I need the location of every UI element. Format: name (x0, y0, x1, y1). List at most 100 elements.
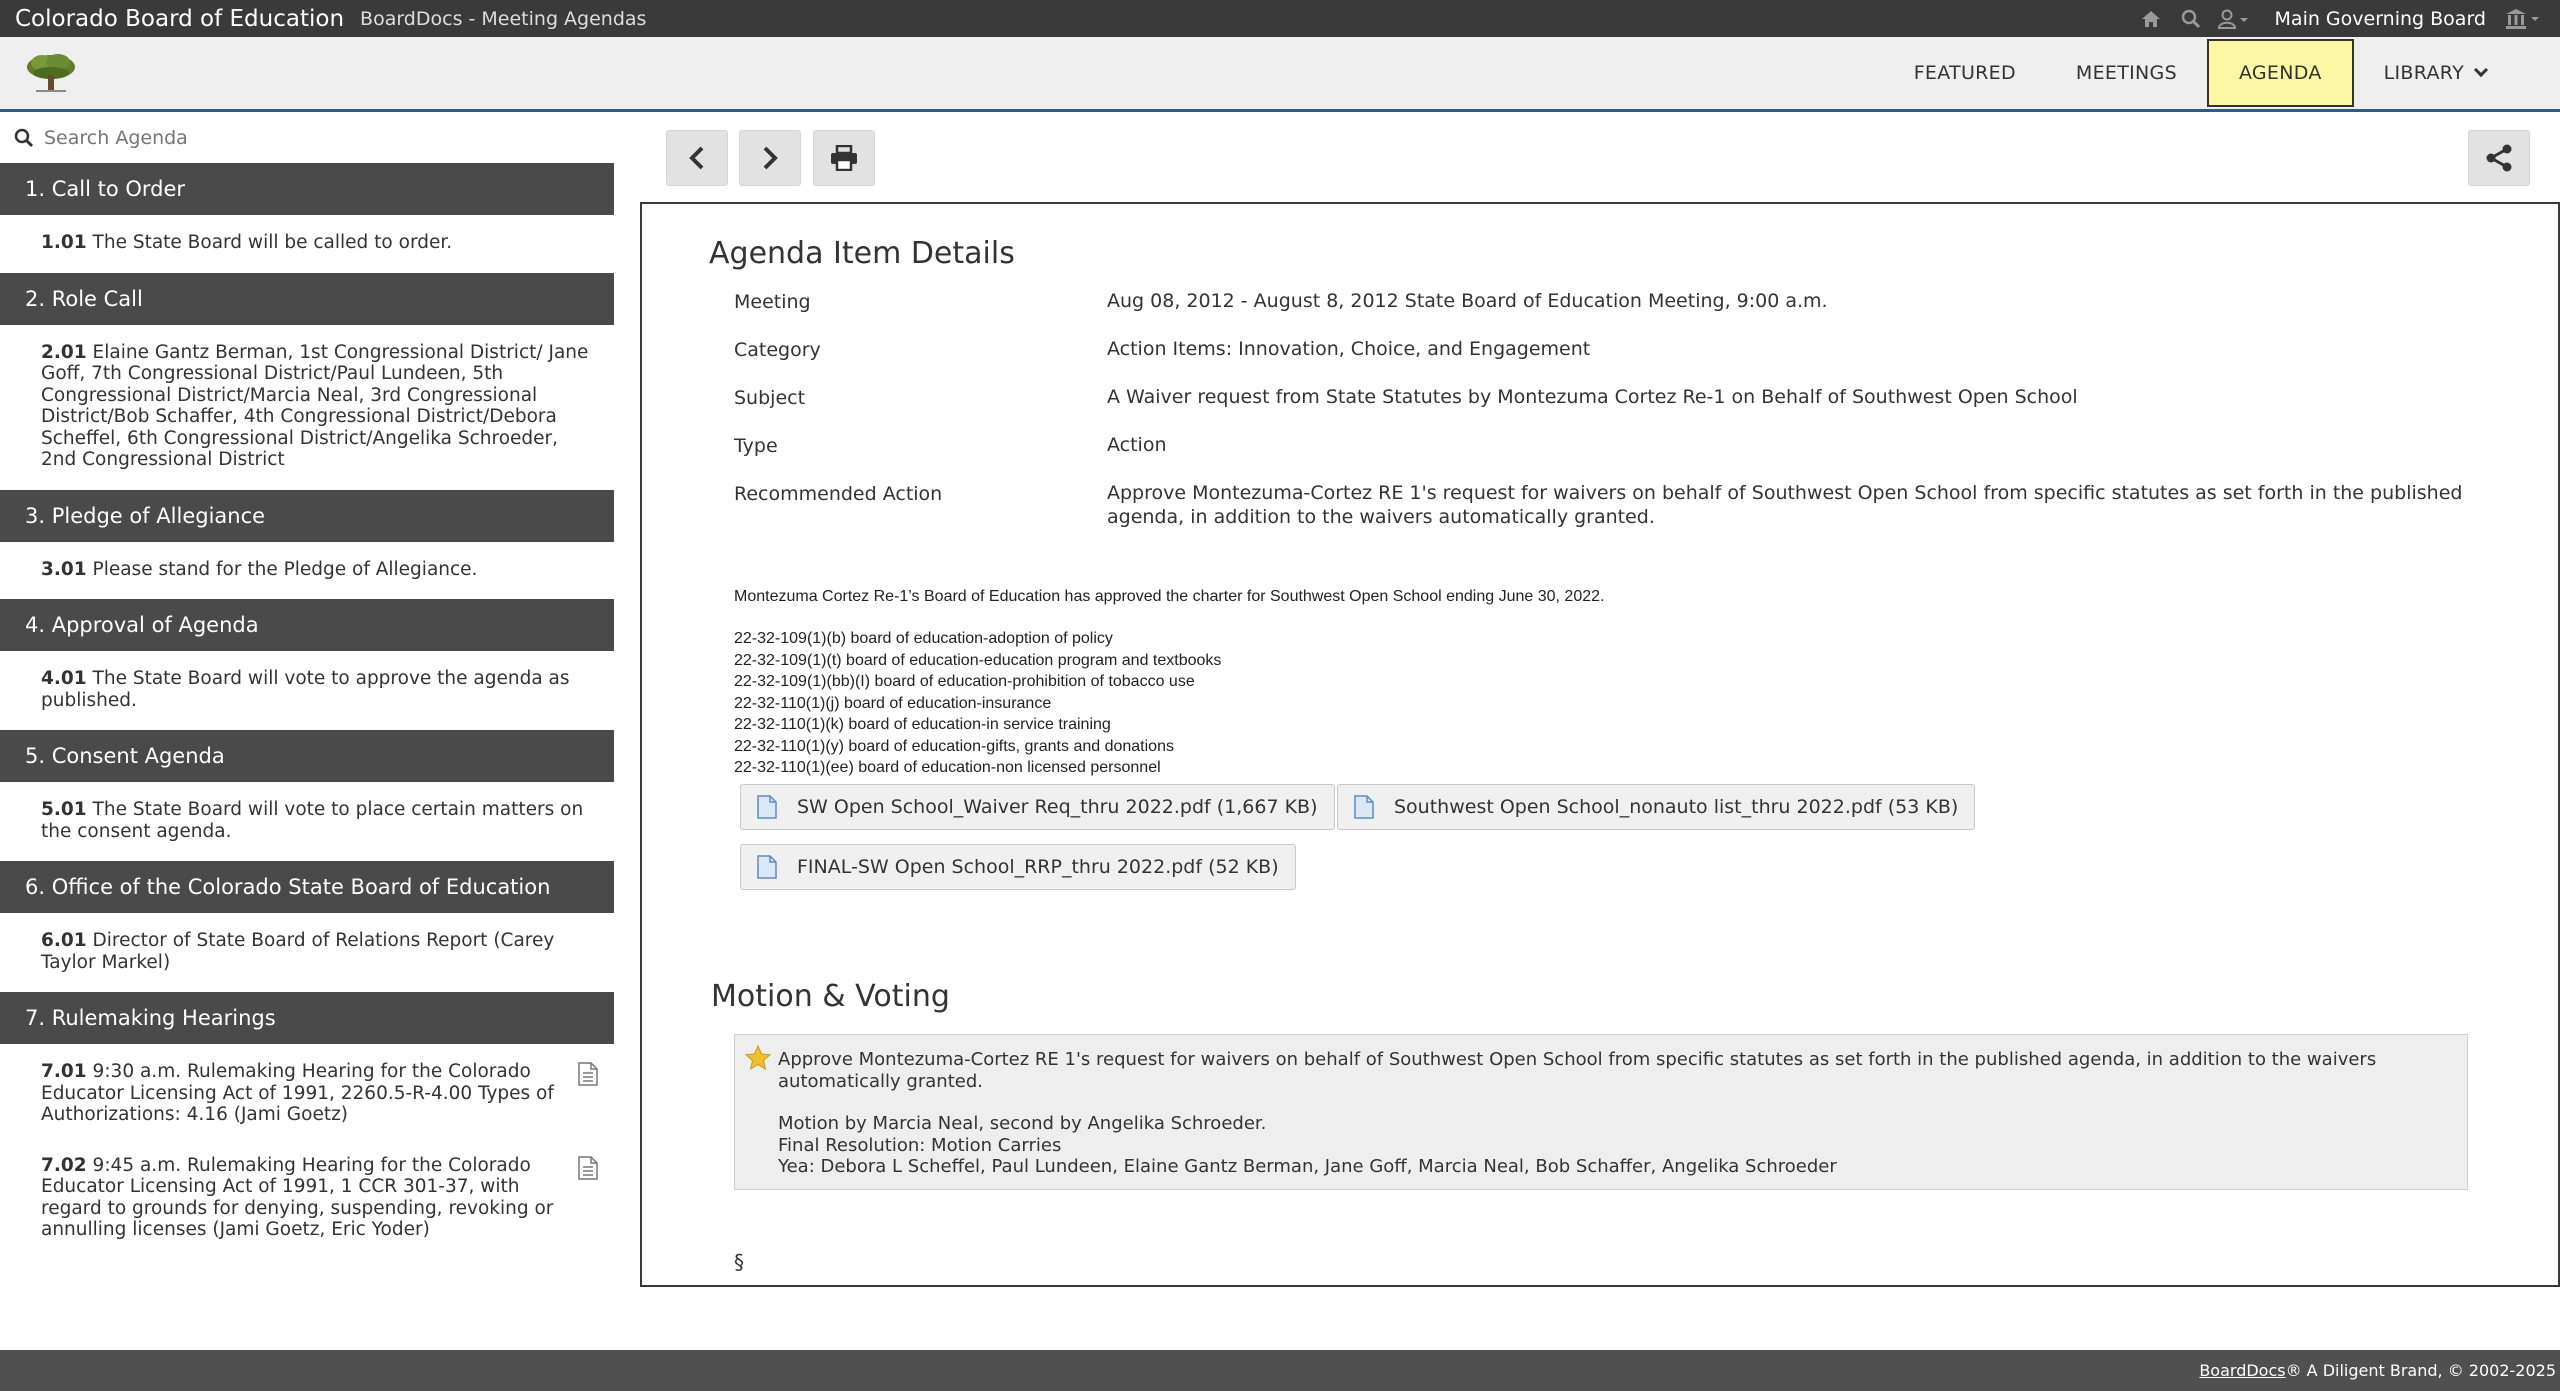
agenda-category-7[interactable]: 7. Rulemaking Hearings (0, 992, 614, 1044)
statute-item: 22-32-109(1)(t) board of education-educa… (734, 651, 1222, 669)
meeting-label: Meeting (734, 291, 811, 313)
item-number: 4.01 (41, 668, 87, 689)
section-mark: § (734, 1250, 744, 1274)
agenda-item-2-01[interactable]: 2.01 Elaine Gantz Berman, 1st Congressio… (0, 325, 614, 487)
attachment-link[interactable]: SW Open School_Waiver Req_thru 2022.pdf … (740, 784, 1335, 830)
agenda-category-5[interactable]: 5. Consent Agenda (0, 730, 614, 782)
file-icon (1354, 795, 1374, 819)
motion-resolution: Final Resolution: Motion Carries (778, 1134, 1062, 1156)
footer-copyright: ® A Diligent Brand, © 2002-2025 (2285, 1361, 2556, 1380)
item-text: Please stand for the Pledge of Allegianc… (92, 558, 478, 580)
agenda-category-2[interactable]: 2. Role Call (0, 272, 614, 325)
item-number: 3.01 (41, 558, 87, 580)
statute-item: 22-32-109(1)(bb)(I) board of education-p… (734, 673, 1195, 690)
nav-library-label: LIBRARY (2383, 62, 2464, 84)
type-value: Action (1107, 434, 1167, 456)
search-agenda-input[interactable] (44, 126, 604, 149)
search-icon[interactable] (2171, 0, 2211, 37)
recommended-action-label: Recommended Action (734, 483, 943, 505)
motion-text: Approve Montezuma-Cortez RE 1's request … (778, 1049, 2377, 1092)
item-text: Elaine Gantz Berman, 1st Congressional D… (41, 341, 589, 471)
org-name: Colorado Board of Education (15, 5, 345, 32)
share-icon (2486, 144, 2512, 172)
details-heading: Agenda Item Details (709, 236, 1015, 271)
statute-item: 22-32-109(1)(b) board of education-adopt… (734, 630, 1113, 647)
item-number: 5.01 (41, 799, 87, 820)
attachment-name: SW Open School_Waiver Req_thru 2022.pdf … (797, 796, 1318, 818)
agenda-category-6[interactable]: 6. Office of the Colorado State Board of… (0, 861, 614, 913)
next-button[interactable] (739, 130, 801, 186)
chevron-down-icon (2473, 62, 2489, 78)
motion-yea: Yea: Debora L Scheffel, Paul Lundeen, El… (778, 1156, 1837, 1177)
agenda-item-7-01[interactable]: 7.01 9:30 a.m. Rulemaking Hearing for th… (0, 1044, 614, 1142)
item-number: 6.01 (41, 930, 87, 951)
statute-item: 22-32-110(1)(y) board of education-gifts… (734, 737, 1174, 755)
category-value: Action Items: Innovation, Choice, and En… (1107, 338, 1591, 360)
institution-menu-icon[interactable] (2500, 0, 2546, 37)
charter-note: Montezuma Cortez Re-1’s Board of Educati… (734, 588, 1605, 605)
document-icon (578, 1155, 598, 1180)
agenda-item-4-01[interactable]: 4.01 The State Board will vote to approv… (0, 651, 614, 727)
motion-by: Motion by Marcia Neal, second by Angelik… (778, 1113, 1267, 1134)
star-icon (745, 1045, 771, 1071)
subject-label: Subject (734, 387, 806, 409)
recommended-action-value: Approve Montezuma-Cortez RE 1's request … (1107, 482, 2463, 528)
boarddocs-link[interactable]: BoardDocs (2199, 1361, 2285, 1380)
item-number: 1.01 (41, 232, 87, 253)
item-text: Director of State Board of Relations Rep… (41, 930, 555, 973)
attachment-name: FINAL-SW Open School_RRP_thru 2022.pdf (… (797, 856, 1279, 878)
user-menu-icon[interactable] (2211, 0, 2257, 37)
subject-value: A Waiver request from State Statutes by … (1107, 386, 2078, 408)
agenda-item-1-01[interactable]: 1.01 The State Board will be called to o… (0, 215, 614, 270)
agenda-item-details-panel: Agenda Item Details Meeting Aug 08, 2012… (640, 202, 2560, 1287)
search-icon (14, 128, 34, 147)
chevron-right-icon (763, 146, 778, 170)
agenda-category-3[interactable]: 3. Pledge of Allegiance (0, 489, 614, 542)
print-button[interactable] (813, 130, 875, 186)
nav-meetings[interactable]: MEETINGS (2046, 39, 2207, 107)
top-bar: Colorado Board of Education BoardDocs - … (0, 0, 2560, 37)
meeting-value: Aug 08, 2012 - August 8, 2012 State Boar… (1107, 290, 1828, 312)
statute-item: 22-32-110(1)(j) board of education-insur… (734, 694, 1052, 712)
item-number: 2.01 (41, 341, 87, 363)
file-icon (757, 795, 777, 819)
app-name: BoardDocs - Meeting Agendas (360, 7, 647, 30)
item-text: 9:30 a.m. Rulemaking Hearing for the Col… (41, 1061, 554, 1125)
agenda-item-3-01[interactable]: 3.01 Please stand for the Pledge of Alle… (0, 542, 614, 597)
nav-featured[interactable]: FEATURED (1884, 39, 2046, 107)
item-text: The State Board will vote to approve the… (41, 668, 570, 711)
statute-item: 22-32-110(1)(k) board of education-in se… (734, 716, 1111, 733)
attachment-name: Southwest Open School_nonauto list_thru … (1394, 796, 1959, 818)
attachment-link[interactable]: Southwest Open School_nonauto list_thru … (1337, 784, 1976, 830)
item-number: 7.01 (41, 1061, 87, 1082)
document-icon (578, 1062, 598, 1086)
agenda-category-4[interactable]: 4. Approval of Agenda (0, 599, 614, 651)
item-text: The State Board will be called to order. (92, 232, 453, 253)
board-name[interactable]: Main Governing Board (2275, 8, 2486, 30)
chevron-left-icon (689, 146, 704, 170)
nav-library[interactable]: LIBRARY (2354, 39, 2516, 107)
statute-list: 22-32-109(1)(b) board of education-adopt… (734, 628, 1221, 779)
previous-button[interactable] (666, 130, 728, 186)
print-icon (831, 145, 857, 171)
item-number: 7.02 (41, 1154, 87, 1176)
share-button[interactable] (2468, 130, 2530, 186)
nav-agenda[interactable]: AGENDA (2206, 39, 2354, 107)
type-label: Type (734, 435, 778, 457)
attachment-link[interactable]: FINAL-SW Open School_RRP_thru 2022.pdf (… (740, 844, 1296, 890)
motion-heading: Motion & Voting (711, 979, 950, 1014)
agenda-item-7-02[interactable]: 7.02 9:45 a.m. Rulemaking Hearing for th… (0, 1142, 614, 1257)
tree-logo-icon[interactable] (24, 51, 78, 95)
footer: BoardDocs ® A Diligent Brand, © 2002-2025 (0, 1350, 2560, 1391)
agenda-search (0, 115, 614, 160)
item-text: 9:45 a.m. Rulemaking Hearing for the Col… (41, 1154, 554, 1241)
category-label: Category (734, 339, 821, 361)
agenda-category-1[interactable]: 1. Call to Order (0, 163, 614, 215)
agenda-item-5-01[interactable]: 5.01 The State Board will vote to place … (0, 782, 614, 858)
motion-box: Approve Montezuma-Cortez RE 1's request … (734, 1034, 2468, 1190)
agenda-sidebar: 1. Call to Order 1.01 The State Board wi… (0, 115, 614, 1350)
nav-bar: FEATURED MEETINGS AGENDA LIBRARY (0, 37, 2560, 112)
statute-item: 22-32-110(1)(ee) board of education-non … (734, 759, 1161, 776)
agenda-item-6-01[interactable]: 6.01 Director of State Board of Relation… (0, 913, 614, 989)
home-icon[interactable] (2131, 0, 2171, 37)
